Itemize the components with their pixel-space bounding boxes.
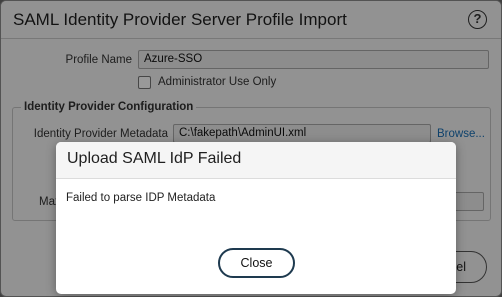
modal-title: Upload SAML IdP Failed (67, 150, 242, 167)
upload-failed-modal: Upload SAML IdP Failed Failed to parse I… (56, 142, 456, 294)
close-button[interactable]: Close (218, 248, 295, 278)
modal-message: Failed to parse IDP Metadata (66, 192, 216, 204)
modal-header: Upload SAML IdP Failed (56, 142, 456, 179)
